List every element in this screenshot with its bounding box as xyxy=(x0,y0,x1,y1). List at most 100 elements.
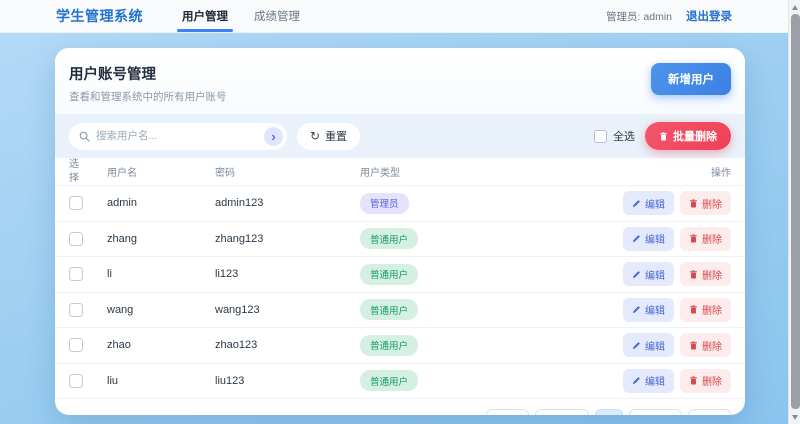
refresh-icon: ↻ xyxy=(310,130,320,142)
trash-icon xyxy=(659,132,668,141)
trash-icon xyxy=(689,199,698,208)
table-header-row: 选择 用户名 密码 用户类型 操作 xyxy=(55,158,745,185)
delete-button[interactable]: 删除 xyxy=(680,227,731,251)
tab-grade-management[interactable]: 成绩管理 xyxy=(241,0,313,32)
page-button-末页[interactable]: 末页 xyxy=(688,409,731,415)
select-all-control[interactable]: 全选 xyxy=(594,128,635,144)
username-cell: liu xyxy=(107,375,215,387)
user-type-badge: 普通用户 xyxy=(360,228,418,249)
username-cell: zhang xyxy=(107,233,215,245)
search-submit-button[interactable]: › xyxy=(264,127,283,146)
user-type-badge: 普通用户 xyxy=(360,370,418,391)
edit-button[interactable]: 编辑 xyxy=(623,369,674,393)
scroll-up-arrow[interactable] xyxy=(789,0,800,14)
trash-icon xyxy=(689,341,698,350)
batch-delete-button[interactable]: 批量删除 xyxy=(645,122,731,150)
table-body: admin admin123 管理员 编辑 xyxy=(55,185,745,398)
edit-button[interactable]: 编辑 xyxy=(623,298,674,322)
page-subtitle: 查看和管理系统中的所有用户账号 xyxy=(69,89,227,104)
delete-button[interactable]: 删除 xyxy=(680,298,731,322)
logout-link[interactable]: 退出登录 xyxy=(686,8,732,24)
card-footer: 显示第 1 到 6 条，共 6 条记录 首页上一页 1 下一页末页 xyxy=(55,398,745,415)
add-user-button[interactable]: 新增用户 xyxy=(651,63,731,95)
trash-icon xyxy=(689,270,698,279)
edit-button[interactable]: 编辑 xyxy=(623,191,674,215)
tab-label: 用户管理 xyxy=(182,8,228,24)
column-header-operations: 操作 xyxy=(711,164,731,179)
row-actions: 编辑 删除 xyxy=(623,333,731,357)
user-type-badge: 普通用户 xyxy=(360,299,418,320)
column-header-select: 选择 xyxy=(69,158,81,185)
batch-delete-label: 批量删除 xyxy=(673,128,717,144)
row-checkbox[interactable] xyxy=(69,374,83,388)
nav-tabs: 用户管理 成绩管理 xyxy=(169,0,313,32)
select-all-label: 全选 xyxy=(613,128,635,144)
row-actions: 编辑 删除 xyxy=(623,227,731,251)
password-cell: li123 xyxy=(215,268,360,280)
pencil-icon xyxy=(632,234,641,243)
username-cell: li xyxy=(107,268,215,280)
pencil-icon xyxy=(632,376,641,385)
row-actions: 编辑 删除 xyxy=(623,262,731,286)
user-type-badge: 管理员 xyxy=(360,193,409,214)
column-header-password: 密码 xyxy=(215,164,360,179)
page-button-上一页: 上一页 xyxy=(535,409,589,415)
card-header-text: 用户账号管理 查看和管理系统中的所有用户账号 xyxy=(69,63,227,104)
pencil-icon xyxy=(632,270,641,279)
scroll-down-arrow[interactable] xyxy=(789,410,800,424)
page-button-首页[interactable]: 首页 xyxy=(486,409,529,415)
pencil-icon xyxy=(632,305,641,314)
password-cell: admin123 xyxy=(215,197,360,209)
delete-button[interactable]: 删除 xyxy=(680,191,731,215)
edit-button[interactable]: 编辑 xyxy=(623,262,674,286)
row-checkbox[interactable] xyxy=(69,267,83,281)
column-header-usertype: 用户类型 xyxy=(360,164,611,179)
delete-button[interactable]: 删除 xyxy=(680,333,731,357)
current-user-label: 管理员: admin xyxy=(606,9,672,24)
records-summary: 显示第 1 到 6 条，共 6 条记录 xyxy=(69,415,209,416)
edit-button[interactable]: 编辑 xyxy=(623,333,674,357)
password-cell: liu123 xyxy=(215,375,360,387)
tab-label: 成绩管理 xyxy=(254,8,300,24)
trash-icon xyxy=(689,376,698,385)
top-navbar: 学生管理系统 用户管理 成绩管理 管理员: admin 退出登录 xyxy=(0,0,800,33)
delete-button[interactable]: 删除 xyxy=(680,369,731,393)
tab-user-management[interactable]: 用户管理 xyxy=(169,0,241,32)
password-cell: wang123 xyxy=(215,304,360,316)
table-row: zhang zhang123 普通用户 编辑 xyxy=(55,221,745,257)
username-cell: wang xyxy=(107,304,215,316)
user-management-card: 用户账号管理 查看和管理系统中的所有用户账号 新增用户 › ↻ 重置 全 xyxy=(55,48,745,415)
search-box: › xyxy=(69,123,287,150)
row-checkbox[interactable] xyxy=(69,303,83,317)
username-cell: admin xyxy=(107,197,215,209)
select-all-checkbox[interactable] xyxy=(594,130,607,143)
page-background: 学生管理系统 用户管理 成绩管理 管理员: admin 退出登录 用户账号管理 … xyxy=(0,0,800,424)
table-row: li li123 普通用户 编辑 xyxy=(55,256,745,292)
user-type-badge: 普通用户 xyxy=(360,335,418,356)
pencil-icon xyxy=(632,199,641,208)
search-input[interactable] xyxy=(96,130,258,142)
scrollbar-thumb[interactable] xyxy=(791,14,800,409)
edit-button[interactable]: 编辑 xyxy=(623,227,674,251)
trash-icon xyxy=(689,305,698,314)
card-header: 用户账号管理 查看和管理系统中的所有用户账号 新增用户 xyxy=(55,48,745,114)
reset-label: 重置 xyxy=(325,128,347,144)
pencil-icon xyxy=(632,341,641,350)
page-title: 用户账号管理 xyxy=(69,63,227,84)
app-title: 学生管理系统 xyxy=(56,6,143,26)
row-actions: 编辑 删除 xyxy=(623,369,731,393)
delete-button[interactable]: 删除 xyxy=(680,262,731,286)
reset-button[interactable]: ↻ 重置 xyxy=(297,123,360,150)
page-button-1[interactable]: 1 xyxy=(595,409,623,415)
table-row: wang wang123 普通用户 编辑 xyxy=(55,292,745,328)
page-button-下一页: 下一页 xyxy=(629,409,683,415)
vertical-scrollbar[interactable] xyxy=(788,0,800,424)
topbar-right: 管理员: admin 退出登录 xyxy=(606,8,732,24)
pagination: 首页上一页 1 下一页末页 xyxy=(486,409,731,415)
row-checkbox[interactable] xyxy=(69,196,83,210)
row-checkbox[interactable] xyxy=(69,338,83,352)
row-actions: 编辑 删除 xyxy=(623,191,731,215)
table-row: zhao zhao123 普通用户 编辑 xyxy=(55,327,745,363)
trash-icon xyxy=(689,234,698,243)
row-checkbox[interactable] xyxy=(69,232,83,246)
